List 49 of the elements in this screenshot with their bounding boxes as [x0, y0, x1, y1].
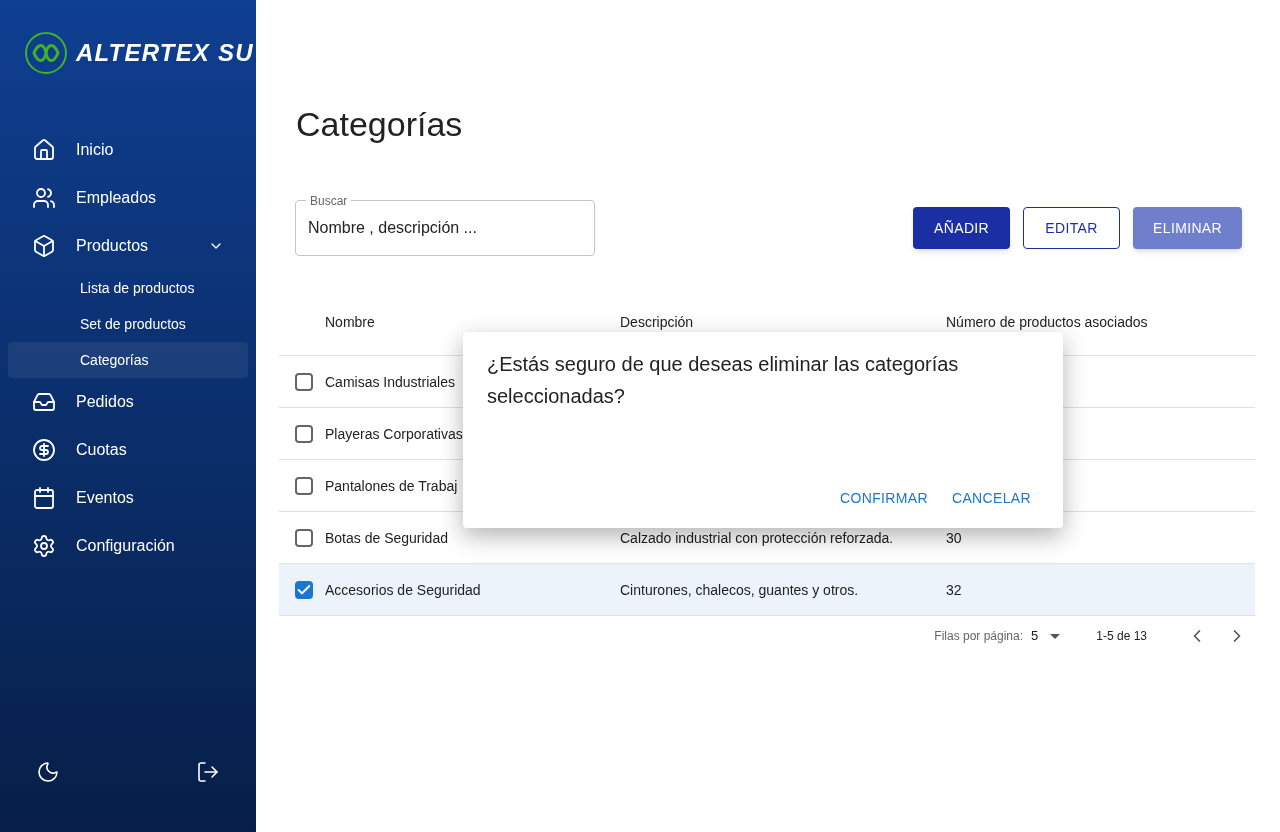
logo-text: ALTERTEX SU [76, 38, 254, 68]
nav-item[interactable]: Eventos [8, 474, 248, 522]
table-cell-text: 30 [946, 528, 962, 548]
column-header: Descripción [620, 313, 694, 332]
cube-icon [32, 234, 56, 258]
action-button[interactable]: ELIMINAR [1133, 207, 1242, 249]
row-checkbox[interactable] [295, 580, 313, 599]
nav-subitem[interactable]: Categorías [8, 342, 248, 378]
nav-item[interactable]: Empleados [8, 174, 248, 222]
action-button[interactable]: EDITAR [1023, 207, 1121, 249]
table-cell-text: Playeras Corporativas [325, 424, 463, 444]
nav-item[interactable]: Cuotas [8, 426, 248, 474]
table-cell-text: Calzado industrial con protección reforzada. [620, 528, 894, 548]
logout-icon[interactable] [196, 760, 220, 784]
nav-item[interactable]: Configuración [8, 522, 248, 570]
column-header: Número de productos asociados [946, 313, 1148, 332]
row-checkbox[interactable] [295, 476, 313, 495]
rows-per-page-label: Filas por página: [934, 628, 1024, 644]
row-checkbox[interactable] [295, 528, 313, 547]
row-checkbox[interactable] [295, 372, 313, 391]
inbox-icon [32, 390, 56, 414]
dialog-message: ¿Estás seguro de que deseas eliminar las categorías seleccionadas? [487, 352, 960, 409]
search-input[interactable]: Nombre , descripción ... [308, 216, 582, 240]
page-title: Categorías [296, 104, 464, 144]
nav-item[interactable]: Productos [8, 222, 248, 270]
table-cell-text: Pantalones de Trabaj [325, 476, 458, 496]
nav-item[interactable]: Inicio [8, 126, 248, 174]
rows-per-page-select[interactable]: 5 [1031, 626, 1061, 646]
column-header: Nombre [325, 313, 375, 332]
nav-subitem[interactable]: Lista de productos [8, 270, 248, 306]
table-cell-text: Accesorios de Seguridad [325, 580, 481, 600]
people-icon [32, 186, 56, 210]
settings-icon [32, 534, 56, 558]
page-range: 1-5 de 13 [1096, 628, 1147, 644]
dropdown-icon [1050, 633, 1061, 639]
table-cell-text: Camisas Industriales [325, 372, 455, 392]
table-cell-text: 32 [946, 580, 962, 600]
calendar-icon [32, 486, 56, 510]
table-cell-text: Botas de Seguridad [325, 528, 448, 548]
nav-item[interactable]: Pedidos [8, 378, 248, 426]
table-row[interactable]: Accesorios de Seguridad Cinturones, chalecos, guantes y otros. 32 [279, 564, 1255, 616]
row-checkbox[interactable] [295, 424, 313, 443]
action-button[interactable]: AÑADIR [913, 207, 1011, 249]
dark-mode-icon[interactable] [36, 760, 60, 784]
home-icon [32, 138, 56, 162]
logo-icon [24, 31, 68, 75]
dollar-icon [32, 438, 56, 462]
nav-subitem[interactable]: Set de productos [8, 306, 248, 342]
table-cell-text: Cinturones, chalecos, guantes y otros. [620, 580, 859, 600]
